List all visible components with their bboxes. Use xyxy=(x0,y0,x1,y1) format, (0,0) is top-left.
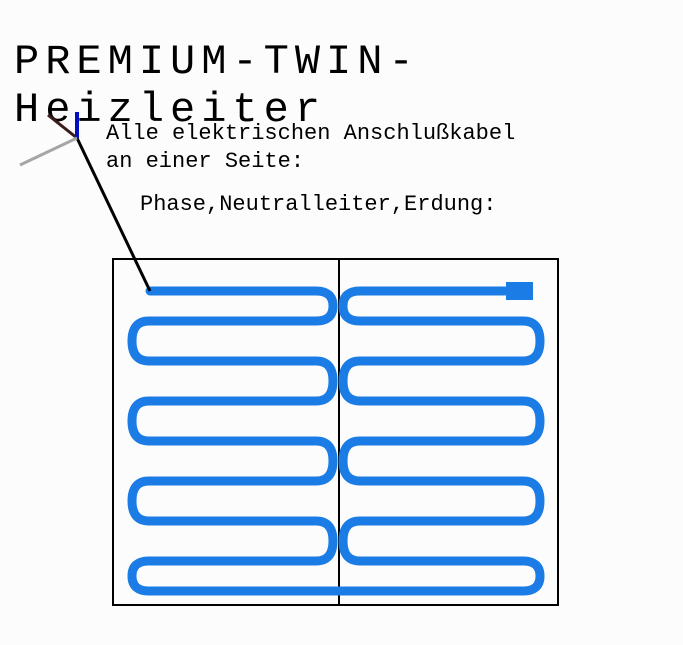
earth-wire xyxy=(20,138,77,165)
heating-cable xyxy=(132,291,540,591)
cable-end-terminal xyxy=(506,282,533,300)
heating-mat-diagram xyxy=(0,0,683,645)
phase-wire xyxy=(48,115,77,138)
